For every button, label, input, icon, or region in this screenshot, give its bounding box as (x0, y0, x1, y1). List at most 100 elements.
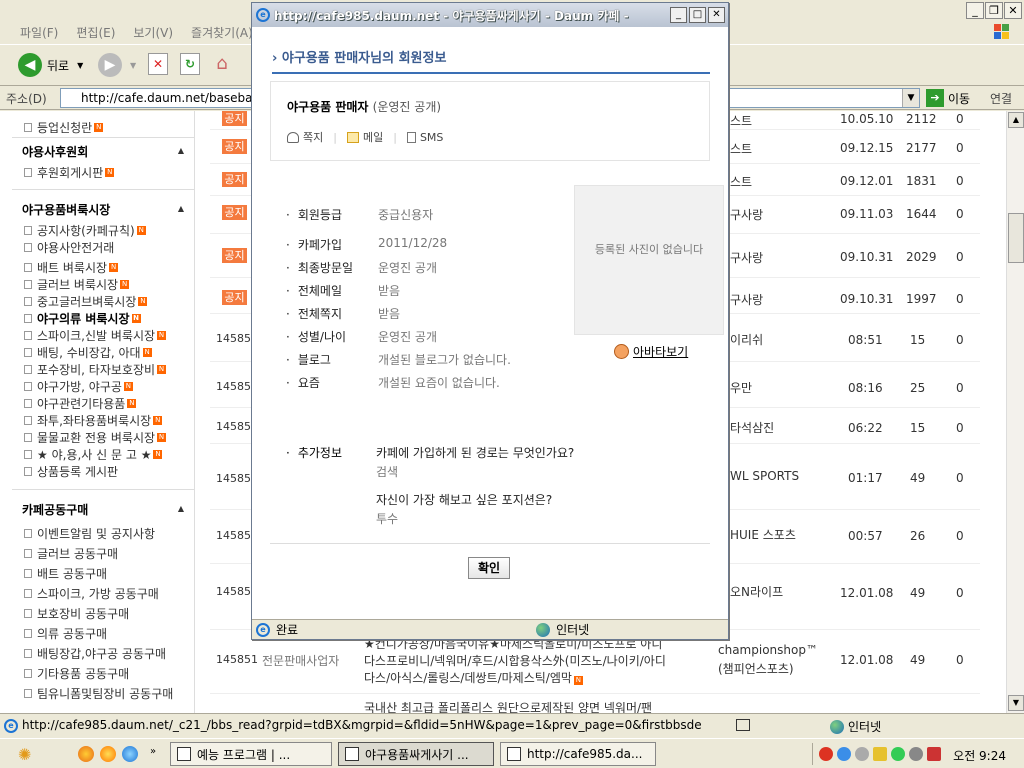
new-badge-icon: N (142, 348, 152, 357)
row-author[interactable]: 이리쉬 (730, 331, 763, 348)
zone-label: 인터넷 (556, 623, 590, 637)
quicklaunch-icon[interactable] (122, 746, 138, 762)
quicklaunch-icon[interactable] (100, 746, 116, 762)
row-author[interactable]: 스트 (730, 112, 752, 129)
popup-maximize-button[interactable]: □ (689, 7, 706, 23)
sidebar-item[interactable]: 배팅장갑,야구공 공동구매 (24, 645, 166, 662)
sidebar-item[interactable]: 글러브 벼룩시장 N (24, 276, 130, 293)
row-date: 09.10.31 (840, 250, 894, 264)
scroll-thumb[interactable] (1008, 213, 1024, 263)
back-dropdown-icon[interactable]: ▼ (77, 61, 83, 70)
sidebar-section-title[interactable]: 카페공동구매 (22, 501, 88, 518)
minimize-button[interactable]: _ (966, 2, 984, 19)
task-button[interactable]: 예능 프로그램 | ... (170, 742, 332, 766)
row-author[interactable]: 구사랑 (730, 291, 763, 308)
quicklaunch-more-icon[interactable]: » (150, 746, 156, 757)
popup-minimize-button[interactable]: _ (670, 7, 687, 23)
shield-icon[interactable] (873, 747, 887, 761)
refresh-button[interactable]: ↻ (180, 53, 200, 75)
address-dropdown-icon[interactable]: ▼ (902, 89, 919, 107)
tray-icon[interactable] (819, 747, 833, 761)
sidebar-item[interactable]: 보호장비 공동구매 (24, 605, 129, 622)
sidebar-section-title[interactable]: 야구용품벼룩시장 (22, 201, 110, 218)
start-button-icon[interactable]: ✺ (18, 745, 38, 765)
row-author[interactable]: championshop™ (718, 643, 818, 657)
sidebar-item-active[interactable]: 야구의류 벼룩시장 N (24, 310, 141, 327)
collapse-caret-icon[interactable]: ▲ (178, 504, 184, 513)
stop-button[interactable]: ✕ (148, 53, 168, 75)
menu-view[interactable]: 보기(V) (133, 24, 173, 41)
row-author[interactable]: 오N라이프 (730, 583, 783, 600)
tray-icon[interactable] (891, 747, 905, 761)
sidebar-item[interactable]: 중고글러브벼룩시장 N (24, 293, 148, 310)
sms-button[interactable]: SMS (406, 131, 443, 144)
scroll-up-icon[interactable]: ▲ (1008, 112, 1024, 128)
page-scrollbar[interactable]: ▲ ▼ (1006, 111, 1024, 713)
confirm-button[interactable]: 확인 (468, 557, 510, 579)
sidebar-item[interactable]: 포수장비, 타자보호장비 N (24, 361, 167, 378)
sidebar-item[interactable]: 스파이크,신발 벼룩시장 N (24, 327, 167, 344)
popup-title-bar[interactable]: e http://cafe985.daum.net - 야구용품싸게사기 - D… (252, 3, 728, 27)
task-button-active[interactable]: 야구용품싸게사기 ... (338, 742, 494, 766)
menu-favorites[interactable]: 즐겨찾기(A) (191, 24, 253, 41)
sidebar-item[interactable]: 물물교환 전용 벼룩시장 N (24, 429, 167, 446)
sidebar-item[interactable]: 공지사항(카페규칙) N (24, 222, 146, 239)
quicklaunch-icon[interactable] (78, 746, 94, 762)
sidebar-item[interactable]: 야용사안전거래 (24, 239, 114, 256)
sidebar-item[interactable]: 후원회게시판 N (24, 164, 115, 181)
row-author[interactable]: 우만 (730, 379, 752, 396)
forward-button[interactable]: ▶ ▼ (98, 53, 136, 77)
forward-dropdown-icon[interactable]: ▼ (130, 61, 136, 70)
row-author[interactable]: 스트 (730, 173, 752, 190)
sidebar-item[interactable]: 스파이크, 가방 공동구매 (24, 585, 159, 602)
sidebar-item[interactable]: 배트 벼룩시장 N (24, 259, 119, 276)
sidebar-item[interactable]: 배팅, 수비장갑, 아대 N (24, 344, 152, 361)
sidebar-item[interactable]: 팀유니폼및팀장비 공동구매 (24, 685, 173, 702)
collapse-caret-icon[interactable]: ▲ (178, 146, 184, 155)
popup-close-button[interactable]: ✕ (708, 7, 725, 23)
row-author[interactable]: 스트 (730, 140, 752, 157)
sidebar-item[interactable]: ★ 야,용,사 신 문 고 ★ N (24, 446, 163, 463)
sidebar-item[interactable]: 상품등록 게시판 (24, 463, 118, 480)
sidebar-item[interactable]: 좌투,좌타용품벼룩시장 N (24, 412, 163, 429)
row-author[interactable]: 타석삼진 (730, 419, 774, 436)
sidebar-item[interactable]: 이벤트알림 및 공지사항 (24, 525, 155, 542)
sidebar-item[interactable]: 의류 공동구매 (24, 625, 107, 642)
row-title[interactable]: 다스프로비니/넥워머/후드/시합용삭스外(미즈노/나이키/아디 (364, 652, 666, 669)
sidebar-section-title[interactable]: 야용사후원회 (22, 143, 88, 160)
sidebar-item[interactable]: 야구가방, 야구공 N (24, 378, 133, 395)
row-title[interactable]: 국내산 최고급 폴리폴리스 원단으로제작된 양면 넥워머/팬 (364, 699, 652, 713)
menu-file[interactable]: 파일(F) (20, 24, 58, 41)
restore-button[interactable]: ❐ (985, 2, 1003, 19)
scroll-down-icon[interactable]: ▼ (1008, 695, 1024, 711)
tray-icon[interactable] (909, 747, 923, 761)
sidebar-item[interactable]: 기타용품 공동구매 (24, 665, 129, 682)
avatar-link[interactable]: 아바타보기 (614, 343, 688, 360)
row-author[interactable]: (챔피언스포츠) (718, 660, 794, 677)
message-button[interactable]: 쪽지 (287, 129, 323, 145)
sidebar-item-levelup[interactable]: 등업신청란 N (24, 119, 104, 136)
tray-icon[interactable] (855, 747, 869, 761)
clock[interactable]: 오전 9:24 (953, 747, 1006, 764)
sidebar-item[interactable]: 야구관련기타용품 N (24, 395, 137, 412)
sidebar-item[interactable]: 글러브 공동구매 (24, 545, 118, 562)
go-button[interactable]: ➔ 이동 (926, 89, 970, 107)
back-button[interactable]: ◀ 뒤로 ▼ (18, 53, 83, 77)
row-title[interactable]: 다스/아식스/롤링스/데쌍트/마제스틱/엠막 N (364, 669, 583, 686)
row-author[interactable]: 구사랑 (730, 206, 763, 223)
row-views: 2029 (906, 250, 937, 264)
row-author[interactable]: HUIE 스포츠 (730, 526, 796, 543)
row-author[interactable]: 구사랑 (730, 249, 763, 266)
collapse-caret-icon[interactable]: ▲ (178, 204, 184, 213)
task-button[interactable]: http://cafe985.da... (500, 742, 656, 766)
tray-icon[interactable] (927, 747, 941, 761)
close-button[interactable]: ✕ (1004, 2, 1022, 19)
links-label[interactable]: 연결 (990, 90, 1012, 107)
sidebar-item[interactable]: 배트 공동구매 (24, 565, 107, 582)
notice-badge: 공지 (222, 248, 247, 263)
home-button[interactable]: ⌂ (210, 53, 234, 75)
menu-edit[interactable]: 편집(E) (76, 24, 115, 41)
mail-button[interactable]: 메일 (346, 129, 383, 145)
tray-icon[interactable] (837, 747, 851, 761)
row-author[interactable]: WL SPORTS (730, 469, 799, 483)
